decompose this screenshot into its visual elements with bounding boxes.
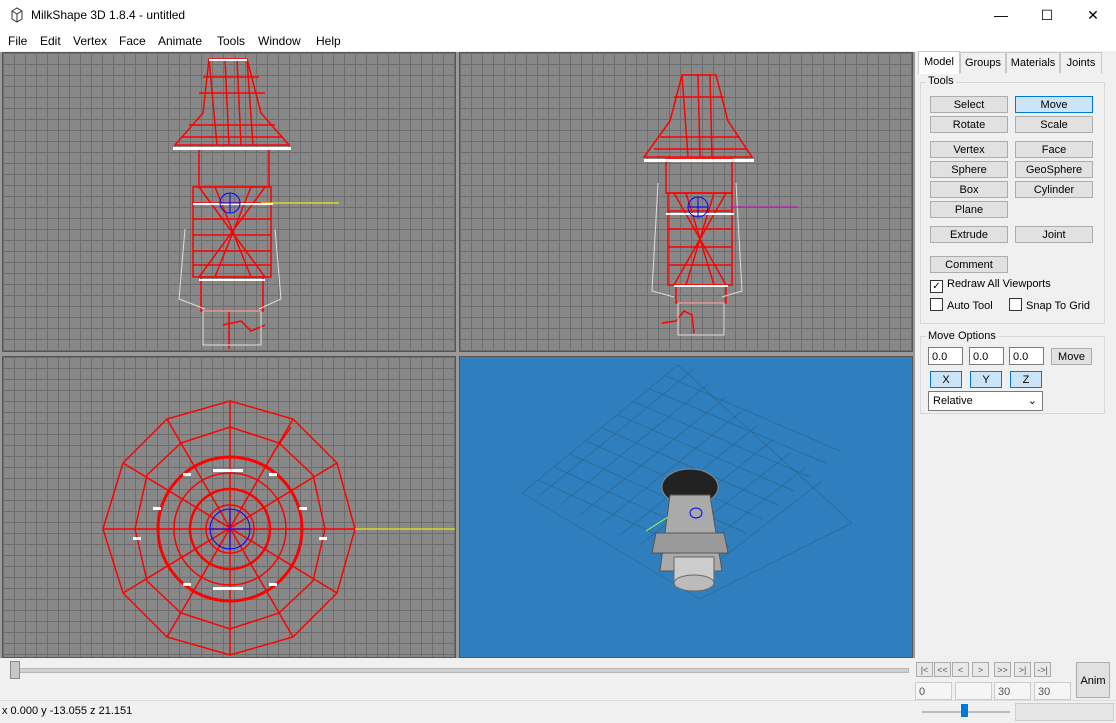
move-options-label: Move Options [926,330,998,342]
face-button[interactable]: Face [1015,141,1093,158]
auto-tool-checkbox[interactable]: Auto Tool [930,298,993,312]
move-y-field[interactable]: 0.0 [969,347,1004,365]
loop-button[interactable]: ->| [1034,662,1051,677]
close-button[interactable]: ✕ [1070,0,1116,31]
redraw-all-viewports-checkbox[interactable]: ✓ Redraw All Viewports [930,278,1051,293]
menu-face[interactable]: Face [119,34,146,48]
anim-button[interactable]: Anim [1076,662,1110,698]
tool-panel: Model Groups Materials Joints Tools Sele… [916,51,1116,658]
cylinder-button[interactable]: Cylinder [1015,181,1093,198]
timeline-slider-track[interactable] [10,668,909,673]
prev-frame-button[interactable]: < [952,662,969,677]
move-mode-value: Relative [933,395,973,407]
wireframe-front [173,58,339,349]
checkmark-icon: ✓ [930,280,943,293]
move-mode-dropdown[interactable]: Relative ⌄ [928,391,1043,411]
minimize-button[interactable]: — [978,0,1024,31]
axis-y-toggle[interactable]: Y [970,371,1002,388]
frame-blank-field[interactable] [955,682,992,700]
milkshape-app-icon [11,7,23,23]
status-bar: x 0.000 y -13.055 z 21.151 [0,700,1116,723]
auto-tool-label: Auto Tool [947,300,993,312]
frame-start-field[interactable]: 0 [915,682,952,700]
window-title: MilkShape 3D 1.8.4 - untitled [31,8,186,22]
sphere-button[interactable]: Sphere [930,161,1008,178]
frame-current-field[interactable]: 30 [994,682,1031,700]
redraw-label: Redraw All Viewports [947,278,1051,290]
title-bar: MilkShape 3D 1.8.4 - untitled — ☐ ✕ [0,0,1116,31]
menu-window[interactable]: Window [258,34,301,48]
next-frame-button[interactable]: > [972,662,989,677]
axis-x-toggle[interactable]: X [930,371,962,388]
snap-label: Snap To Grid [1026,300,1091,312]
menu-tools[interactable]: Tools [217,34,245,48]
chevron-down-icon: ⌄ [1027,395,1037,407]
checkbox-empty-icon [1009,298,1022,311]
maximize-button[interactable]: ☐ [1024,0,1070,31]
menu-bar: File Edit Vertex Face Animate Tools Wind… [0,31,1116,51]
status-pane [1015,703,1114,721]
rewind-button[interactable]: << [934,662,951,677]
tab-materials[interactable]: Materials [1006,52,1060,73]
plane-button[interactable]: Plane [930,201,1008,218]
viewport-front[interactable] [2,52,456,352]
geosphere-button[interactable]: GeoSphere [1015,161,1093,178]
extrude-button[interactable]: Extrude [930,226,1008,243]
menu-help[interactable]: Help [316,34,341,48]
tab-joints[interactable]: Joints [1060,52,1102,73]
box-button[interactable]: Box [930,181,1008,198]
model-3d-render [521,364,853,600]
wireframe-top [102,400,455,656]
viewport-top[interactable] [2,356,456,658]
menu-edit[interactable]: Edit [40,34,61,48]
menu-file[interactable]: File [8,34,27,48]
frame-total-field[interactable]: 30 [1034,682,1071,700]
move-z-field[interactable]: 0.0 [1009,347,1044,365]
tools-group-label: Tools [926,75,956,87]
axis-z-toggle[interactable]: Z [1010,371,1042,388]
speed-slider-thumb[interactable] [961,704,968,717]
joint-button[interactable]: Joint [1015,226,1093,243]
cursor-coordinates: x 0.000 y -13.055 z 21.151 [2,705,133,717]
timeline-slider-thumb[interactable] [10,661,20,679]
move-x-field[interactable]: 0.0 [928,347,963,365]
menu-vertex[interactable]: Vertex [73,34,107,48]
snap-to-grid-checkbox[interactable]: Snap To Grid [1009,298,1090,312]
viewport-area [0,52,915,658]
wireframe-side [642,74,798,336]
fast-forward-button[interactable]: >> [994,662,1011,677]
timeline-area: |< << < > >> >| ->| 0 30 30 Anim x 0.000… [0,658,1116,722]
viewport-3d-perspective[interactable] [459,356,913,658]
vertex-button[interactable]: Vertex [930,141,1008,158]
apply-move-button[interactable]: Move [1051,348,1092,365]
viewport-side[interactable] [459,52,913,352]
rotate-button[interactable]: Rotate [930,116,1008,133]
tab-groups[interactable]: Groups [960,52,1006,73]
comment-button[interactable]: Comment [930,256,1008,273]
menu-animate[interactable]: Animate [158,34,202,48]
scale-button[interactable]: Scale [1015,116,1093,133]
last-frame-button[interactable]: >| [1014,662,1031,677]
move-button[interactable]: Move [1015,96,1093,113]
tab-model[interactable]: Model [918,51,960,74]
select-button[interactable]: Select [930,96,1008,113]
first-frame-button[interactable]: |< [916,662,933,677]
checkbox-empty-icon [930,298,943,311]
